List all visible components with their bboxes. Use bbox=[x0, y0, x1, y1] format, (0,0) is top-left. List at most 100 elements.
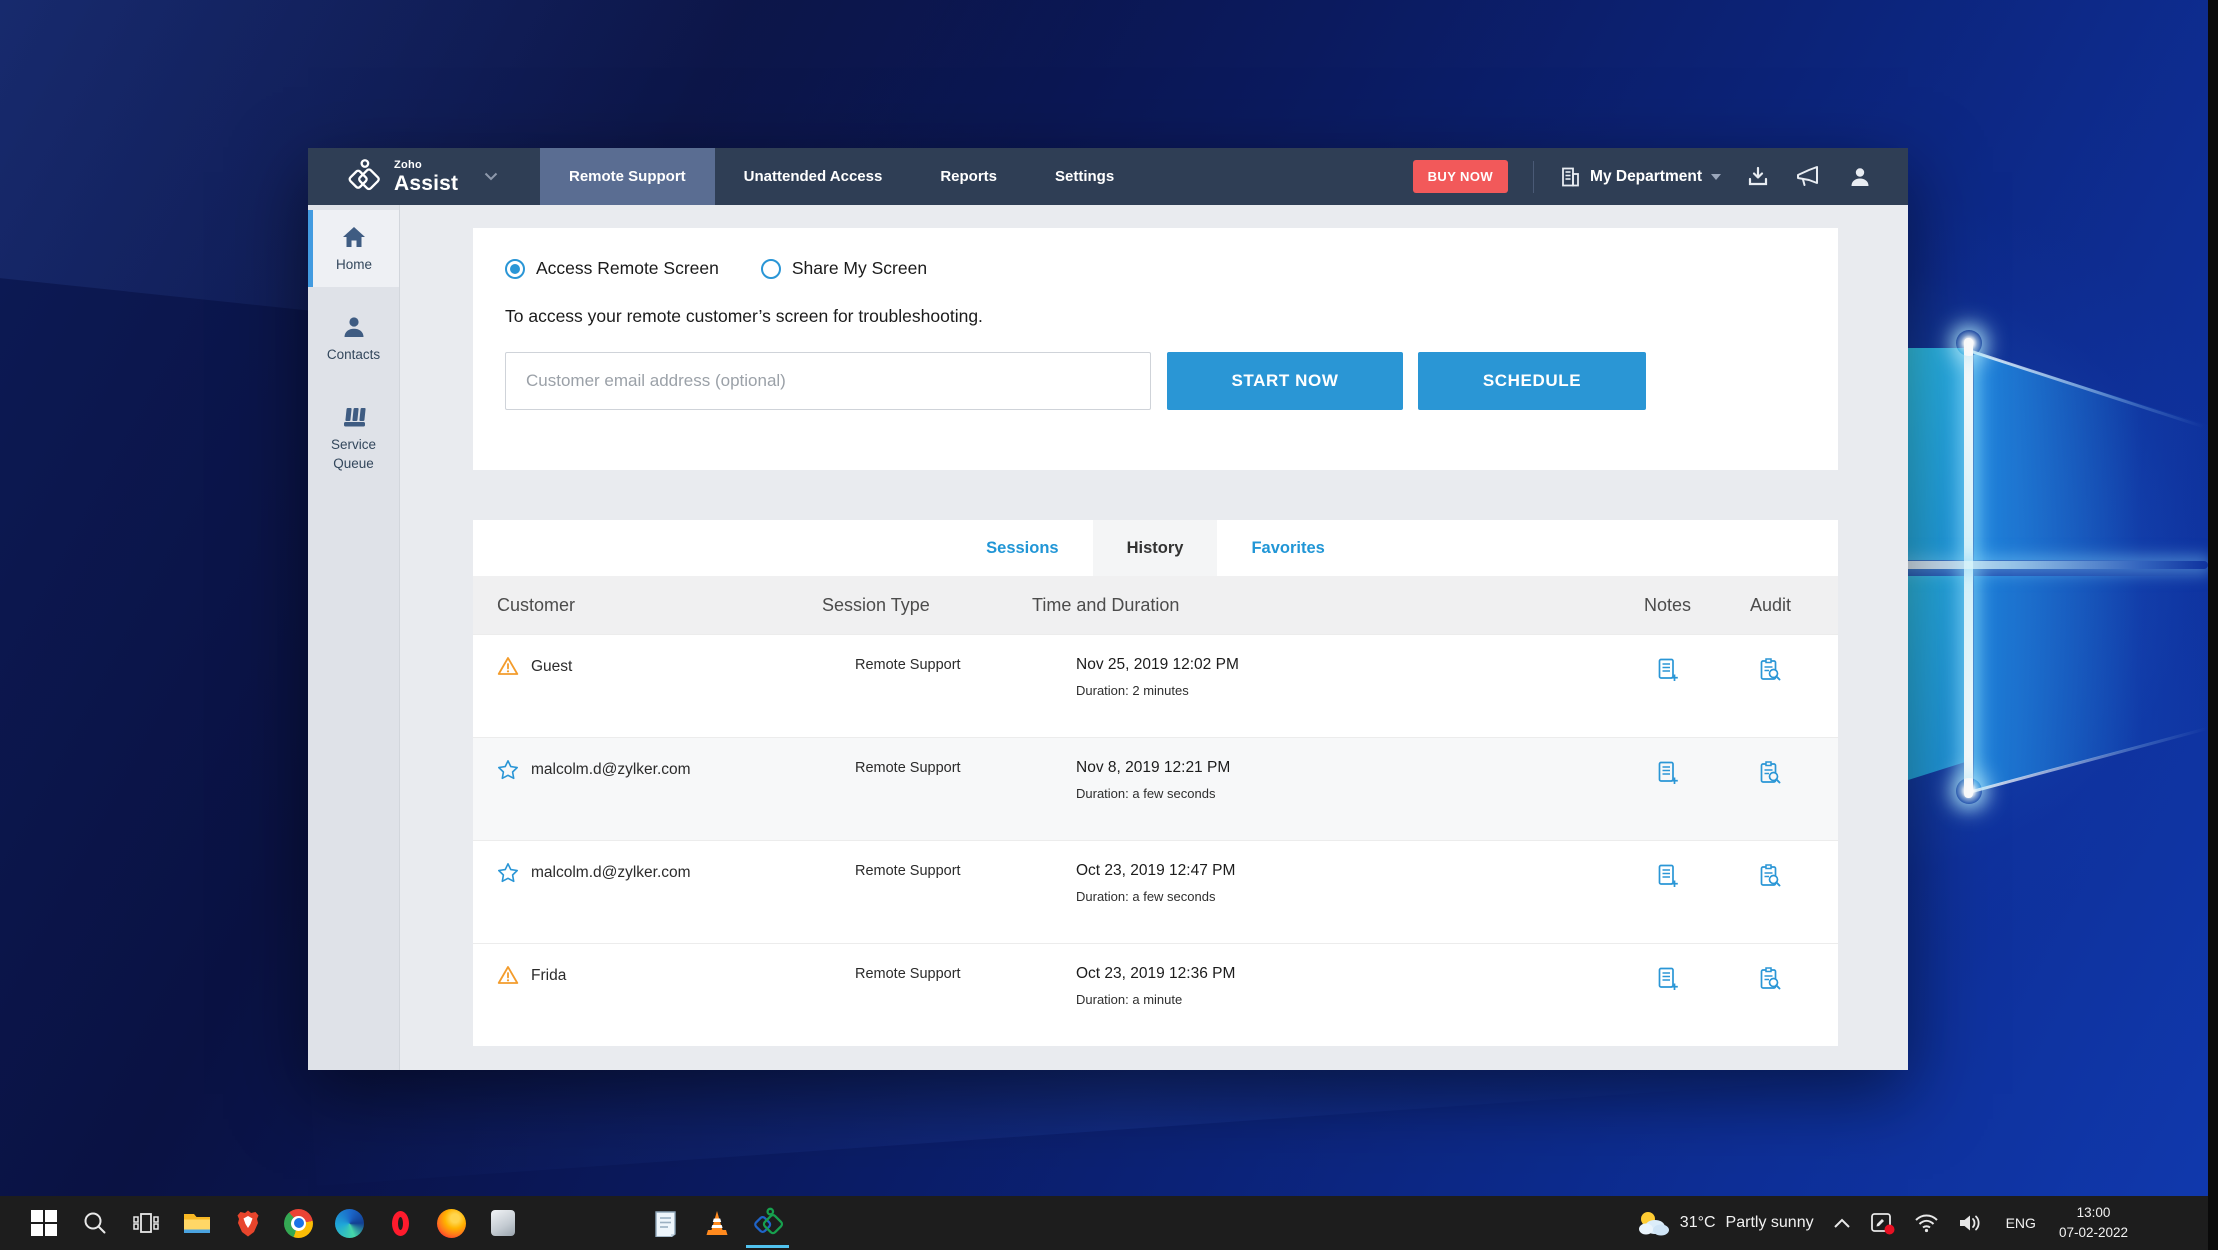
tab-history[interactable]: History bbox=[1093, 520, 1218, 576]
wallpaper-windows-logo-beam bbox=[1974, 576, 2214, 790]
taskbar-search-button[interactable] bbox=[69, 1196, 120, 1250]
nav-tab-reports[interactable]: Reports bbox=[911, 148, 1026, 205]
brand-zoho: Zoho bbox=[394, 160, 458, 171]
add-note-icon bbox=[1656, 966, 1680, 992]
opera-browser-button[interactable] bbox=[375, 1196, 426, 1250]
announcement-icon[interactable] bbox=[1795, 165, 1823, 189]
volume-icon[interactable] bbox=[1958, 1212, 1983, 1234]
customer-name: malcolm.d@zylker.com bbox=[531, 761, 691, 779]
column-header-customer: Customer bbox=[497, 576, 822, 634]
screen-edge bbox=[2208, 0, 2218, 1250]
table-row: malcolm.d@zylker.com Remote Support Oct … bbox=[473, 840, 1838, 943]
sidebar-item-home[interactable]: Home bbox=[308, 210, 399, 287]
notes-button[interactable] bbox=[1608, 738, 1727, 786]
weather-condition-label: Partly sunny bbox=[1726, 1214, 1814, 1232]
time-and-duration: Oct 23, 2019 12:47 PM Duration: a few se… bbox=[1032, 841, 1608, 904]
organization-icon bbox=[1559, 166, 1581, 188]
radio-label: Share My Screen bbox=[792, 258, 927, 279]
brave-icon bbox=[235, 1209, 261, 1238]
time-and-duration: Oct 23, 2019 12:36 PM Duration: a minute bbox=[1032, 944, 1608, 1007]
column-header-session-type: Session Type bbox=[822, 576, 1032, 634]
session-time: Oct 23, 2019 12:47 PM bbox=[1076, 862, 1608, 880]
partly-sunny-icon bbox=[1636, 1209, 1670, 1237]
warning-icon bbox=[497, 656, 519, 676]
history-tabs: Sessions History Favorites bbox=[473, 520, 1838, 576]
brand-assist: Assist bbox=[394, 173, 458, 194]
audit-icon bbox=[1758, 760, 1783, 786]
schedule-button[interactable]: SCHEDULE bbox=[1418, 352, 1646, 410]
sidebar-item-service-queue[interactable]: Service Queue bbox=[308, 390, 399, 485]
brave-browser-button[interactable] bbox=[222, 1196, 273, 1250]
audit-button[interactable] bbox=[1727, 738, 1814, 786]
favorite-star-icon[interactable] bbox=[497, 759, 519, 780]
start-now-button[interactable]: START NOW bbox=[1167, 352, 1403, 410]
task-view-button[interactable] bbox=[120, 1196, 171, 1250]
task-view-icon bbox=[132, 1210, 160, 1236]
session-time: Oct 23, 2019 12:36 PM bbox=[1076, 965, 1608, 983]
chevron-down-icon bbox=[1711, 174, 1721, 180]
zoho-assist-logo-icon bbox=[346, 158, 382, 196]
wallpaper-windows-logo-beam bbox=[1974, 352, 2214, 560]
weather-widget[interactable]: 31°C Partly sunny bbox=[1636, 1209, 1814, 1237]
notepad-icon bbox=[652, 1209, 679, 1237]
start-button[interactable] bbox=[18, 1196, 69, 1250]
edge-icon bbox=[335, 1209, 364, 1238]
active-app-indicator bbox=[746, 1245, 789, 1248]
vlc-button[interactable] bbox=[691, 1196, 742, 1250]
notes-button[interactable] bbox=[1608, 635, 1727, 683]
download-icon[interactable] bbox=[1746, 165, 1770, 189]
audit-button[interactable] bbox=[1727, 841, 1814, 889]
customer-name: malcolm.d@zylker.com bbox=[531, 864, 691, 882]
radio-unselected-icon[interactable] bbox=[761, 259, 781, 279]
tab-sessions[interactable]: Sessions bbox=[952, 520, 1092, 576]
file-explorer-button[interactable] bbox=[171, 1196, 222, 1250]
firefox-browser-button[interactable] bbox=[426, 1196, 477, 1250]
notepad-button[interactable] bbox=[640, 1196, 691, 1250]
pinned-app-button[interactable] bbox=[477, 1196, 528, 1250]
radio-selected-icon[interactable] bbox=[505, 259, 525, 279]
user-account-icon[interactable] bbox=[1848, 165, 1872, 189]
chrome-browser-button[interactable] bbox=[273, 1196, 324, 1250]
sidebar-item-contacts[interactable]: Contacts bbox=[308, 300, 399, 377]
windows-ink-icon[interactable] bbox=[1870, 1211, 1895, 1235]
zoho-assist-taskbar-button[interactable] bbox=[742, 1196, 793, 1250]
windows-start-icon bbox=[31, 1210, 57, 1236]
file-explorer-icon bbox=[182, 1210, 212, 1236]
department-selector[interactable]: My Department bbox=[1559, 166, 1721, 188]
zoho-assist-brand[interactable]: Zoho Assist bbox=[308, 148, 540, 205]
language-indicator[interactable]: ENG bbox=[2002, 1215, 2040, 1231]
session-type: Remote Support bbox=[822, 635, 1032, 673]
table-header: Customer Session Type Time and Duration … bbox=[473, 576, 1838, 634]
radio-share-my-screen[interactable]: Share My Screen bbox=[761, 258, 927, 279]
table-row: malcolm.d@zylker.com Remote Support Nov … bbox=[473, 737, 1838, 840]
session-panel: Access Remote Screen Share My Screen To … bbox=[473, 228, 1838, 470]
notes-button[interactable] bbox=[1608, 944, 1727, 992]
clock-widget[interactable]: 13:00 07-02-2022 bbox=[2059, 1203, 2128, 1244]
wifi-icon[interactable] bbox=[1914, 1213, 1939, 1233]
session-duration: Duration: 2 minutes bbox=[1076, 683, 1608, 698]
nav-tab-remote-support[interactable]: Remote Support bbox=[540, 148, 715, 205]
session-duration: Duration: a few seconds bbox=[1076, 889, 1608, 904]
chevron-down-icon[interactable] bbox=[484, 168, 498, 186]
wallpaper-logo-edge bbox=[1971, 350, 2204, 428]
column-header-audit: Audit bbox=[1727, 576, 1814, 634]
buy-now-button[interactable]: BUY NOW bbox=[1413, 160, 1508, 193]
session-type: Remote Support bbox=[822, 944, 1032, 982]
tray-chevron-up-icon[interactable] bbox=[1833, 1218, 1851, 1229]
nav-tab-settings[interactable]: Settings bbox=[1026, 148, 1143, 205]
tab-favorites[interactable]: Favorites bbox=[1217, 520, 1358, 576]
nav-tab-unattended-access[interactable]: Unattended Access bbox=[715, 148, 912, 205]
column-header-notes: Notes bbox=[1608, 576, 1727, 634]
notes-button[interactable] bbox=[1608, 841, 1727, 889]
radio-access-remote-screen[interactable]: Access Remote Screen bbox=[505, 258, 719, 279]
session-duration: Duration: a few seconds bbox=[1076, 786, 1608, 801]
time-and-duration: Nov 8, 2019 12:21 PM Duration: a few sec… bbox=[1032, 738, 1608, 801]
audit-button[interactable] bbox=[1727, 944, 1814, 992]
app-body: Home Contacts Service bbox=[308, 205, 1908, 1070]
audit-button[interactable] bbox=[1727, 635, 1814, 683]
edge-browser-button[interactable] bbox=[324, 1196, 375, 1250]
wallpaper-logo-glow-horizontal bbox=[1872, 561, 2208, 569]
customer-email-input[interactable] bbox=[505, 352, 1151, 410]
zoho-assist-app-icon bbox=[752, 1207, 784, 1239]
favorite-star-icon[interactable] bbox=[497, 862, 519, 883]
